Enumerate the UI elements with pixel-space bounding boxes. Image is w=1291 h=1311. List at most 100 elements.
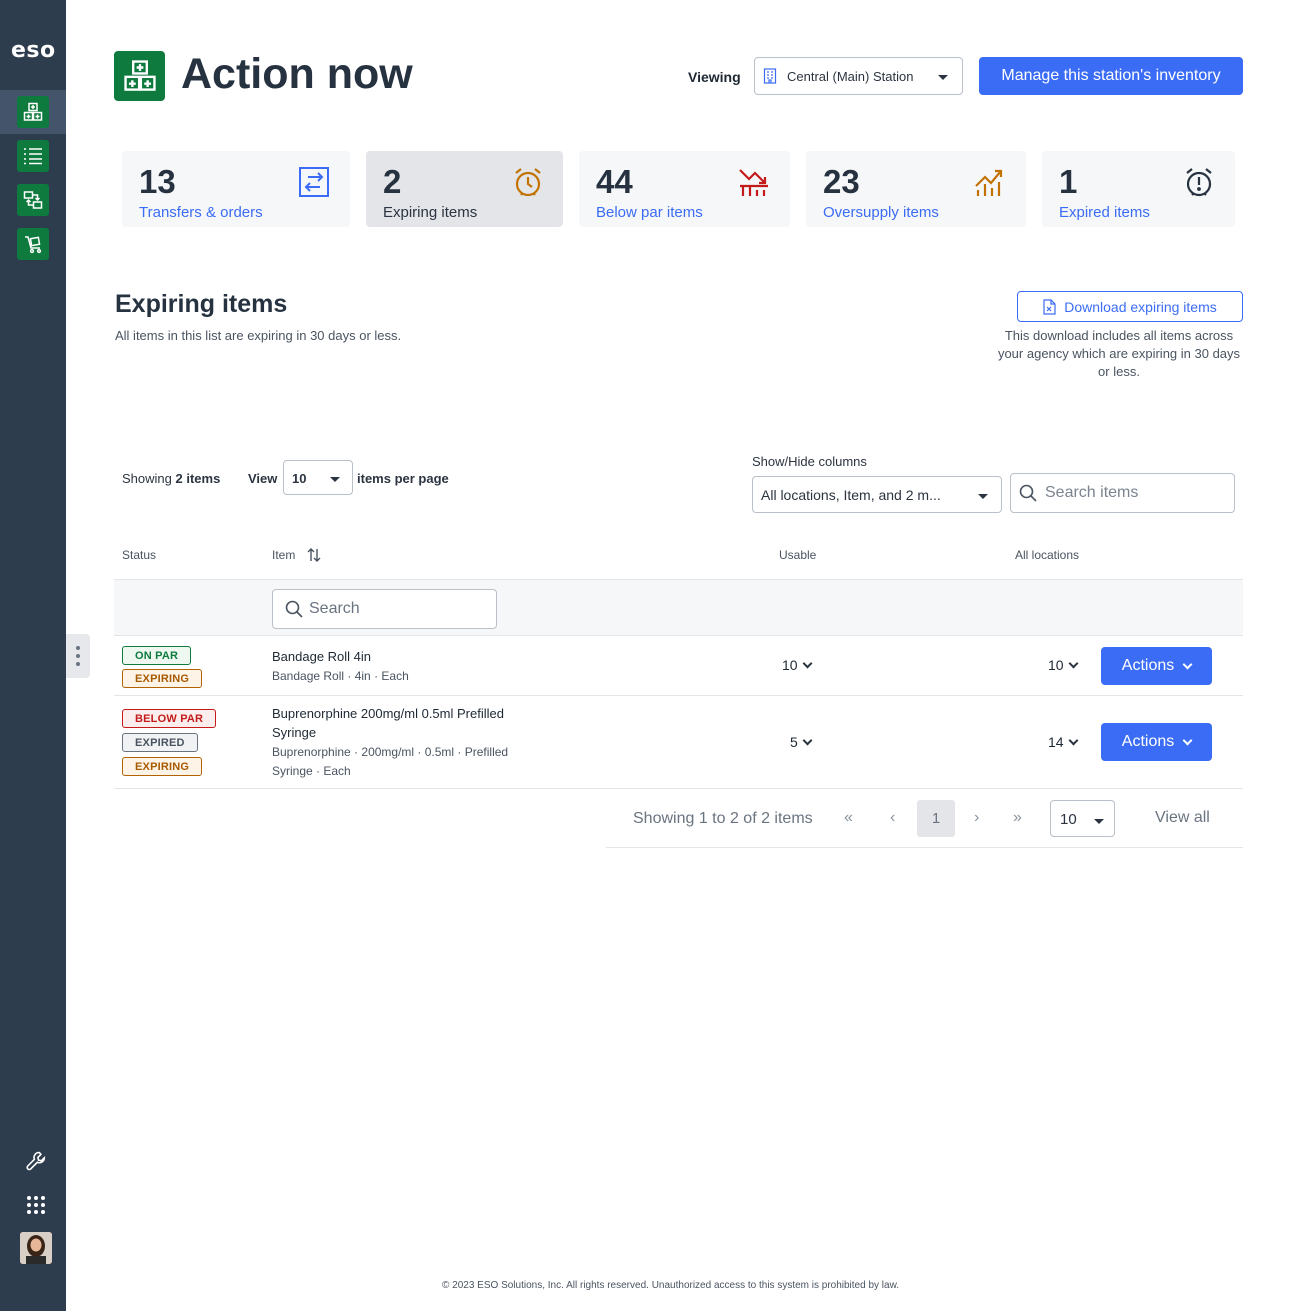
viewing-label: Viewing (688, 69, 741, 85)
search-icon (1019, 484, 1037, 502)
status-badge-below-par: BELOW PAR (122, 709, 217, 728)
actions-button[interactable]: Actions (1101, 723, 1212, 761)
download-expiring-button[interactable]: Download expiring items (1017, 291, 1243, 322)
footer-copyright: © 2023 ESO Solutions, Inc. All rights re… (442, 1280, 900, 1291)
stat-label: Transfers & orders (139, 204, 263, 221)
medical-boxes-icon (17, 96, 49, 128)
status-badge-on-par: ON PAR (122, 646, 192, 665)
wrench-icon[interactable] (20, 1145, 52, 1177)
user-avatar[interactable] (20, 1232, 52, 1264)
header-usable: Usable (779, 548, 817, 562)
header-all-locations: All locations (1015, 548, 1080, 562)
item-name: Bandage Roll 4in (272, 649, 372, 664)
page-button-current[interactable]: 1 (917, 800, 955, 837)
section-title: Expiring items (115, 290, 288, 318)
header-status: Status (122, 548, 157, 562)
all-locations-quantity-dropdown[interactable]: 14 (1048, 734, 1079, 750)
download-button-label: Download expiring items (1064, 298, 1217, 315)
item-name: Buprenorphine 200mg/ml 0.5ml Prefilled S… (272, 706, 504, 740)
all-locations-quantity-dropdown[interactable]: 10 (1048, 657, 1079, 673)
status-badge-expiring: EXPIRING (122, 757, 203, 776)
cart-icon (17, 228, 49, 260)
station-select[interactable]: Central (Main) Station (754, 57, 963, 95)
chevron-down-icon (1182, 735, 1193, 745)
list-icon (17, 140, 49, 172)
stat-card-expired[interactable]: 1 Expired items (1042, 151, 1235, 227)
manage-inventory-button[interactable]: Manage this station's inventory (979, 57, 1243, 95)
stat-label: Expiring items (383, 204, 478, 221)
view-all-link[interactable]: View all (1155, 809, 1210, 827)
item-description: Bandage Roll · 4in · Each (272, 669, 409, 683)
transfer-arrows-icon (299, 167, 329, 197)
nav-action-now[interactable] (0, 90, 66, 134)
building-icon (763, 68, 777, 84)
eso-logo[interactable]: eso (11, 38, 56, 63)
per-page-label: items per page (357, 471, 449, 486)
chevron-down-icon (1068, 658, 1079, 668)
usable-quantity-dropdown[interactable]: 5 (790, 734, 813, 750)
search-items-input[interactable]: Search items (1010, 473, 1235, 513)
download-note: This download includes all items across … (997, 328, 1241, 379)
stat-label: Below par items (596, 204, 703, 221)
trend-up-icon (975, 169, 1003, 196)
chevron-down-icon (802, 735, 813, 745)
chevron-down-icon (1182, 659, 1193, 669)
sidebar: eso (0, 0, 66, 1311)
stat-card-oversupply[interactable]: 23 Oversupply items (806, 151, 1026, 227)
nav-transfers[interactable] (0, 178, 66, 222)
caret-down-icon (1094, 819, 1104, 824)
prev-page-icon[interactable]: ‹ (890, 809, 895, 827)
action-now-page-icon (114, 51, 165, 101)
usable-quantity-dropdown[interactable]: 10 (782, 657, 813, 673)
stat-value: 13 (139, 163, 176, 200)
stat-card-transfers[interactable]: 13 Transfers & orders (122, 151, 350, 227)
page-title: Action now (181, 50, 413, 98)
columns-select[interactable]: All locations, Item, and 2 m... (752, 476, 1002, 513)
status-badge-expiring: EXPIRING (122, 669, 203, 688)
table-row: BELOW PAR EXPIRED EXPIRING Buprenorphine… (114, 696, 1243, 789)
station-select-value: Central (Main) Station (787, 68, 914, 84)
search-icon (285, 600, 303, 618)
view-label: View (248, 471, 278, 486)
first-page-icon[interactable]: « (844, 809, 853, 827)
stat-value: 23 (823, 163, 860, 200)
next-page-icon[interactable]: › (974, 809, 979, 827)
stat-value: 1 (1059, 163, 1078, 200)
last-page-icon[interactable]: » (1013, 809, 1022, 827)
showing-count: Showing 2 items (122, 471, 221, 486)
stat-value: 2 (383, 163, 402, 200)
item-filter-search[interactable]: Search (272, 589, 497, 629)
alarm-clock-icon (515, 168, 541, 197)
apps-grid-icon[interactable] (20, 1189, 52, 1221)
alarm-alert-icon (1186, 168, 1212, 197)
section-subtitle: All items in this list are expiring in 3… (115, 328, 402, 343)
actions-button[interactable]: Actions (1101, 647, 1212, 685)
sidebar-collapse-handle[interactable] (66, 634, 90, 678)
stat-label: Expired items (1059, 204, 1150, 221)
stat-card-below-par[interactable]: 44 Below par items (579, 151, 790, 227)
status-badge-expired: EXPIRED (122, 733, 198, 752)
caret-down-icon (978, 494, 988, 499)
per-page-select[interactable]: 10 (283, 460, 353, 495)
pagination: Showing 1 to 2 of 2 items « ‹ 1 › » 10 V… (606, 789, 1243, 848)
item-description: Buprenorphine · 200mg/ml · 0.5ml · Prefi… (272, 745, 509, 778)
excel-file-icon (1043, 298, 1056, 315)
transfer-icon (17, 184, 49, 216)
caret-down-icon (938, 75, 948, 80)
nav-list[interactable] (0, 134, 66, 178)
chevron-down-icon (1068, 735, 1079, 745)
pagination-summary: Showing 1 to 2 of 2 items (633, 810, 813, 827)
columns-label: Show/Hide columns (752, 454, 867, 469)
nav-orders[interactable] (0, 222, 66, 266)
page-size-select[interactable]: 10 (1050, 800, 1115, 837)
stat-value: 44 (596, 163, 633, 200)
stat-label: Oversupply items (823, 204, 939, 221)
filter-row: Search (114, 579, 1243, 636)
sort-icon[interactable] (307, 548, 321, 562)
trend-down-icon (739, 169, 768, 196)
caret-down-icon (330, 477, 340, 482)
chevron-down-icon (802, 658, 813, 668)
stat-card-expiring[interactable]: 2 Expiring items (366, 151, 563, 227)
table-row: ON PAR EXPIRING Bandage Roll 4in Bandage… (114, 636, 1243, 696)
header-item[interactable]: Item (272, 548, 321, 562)
